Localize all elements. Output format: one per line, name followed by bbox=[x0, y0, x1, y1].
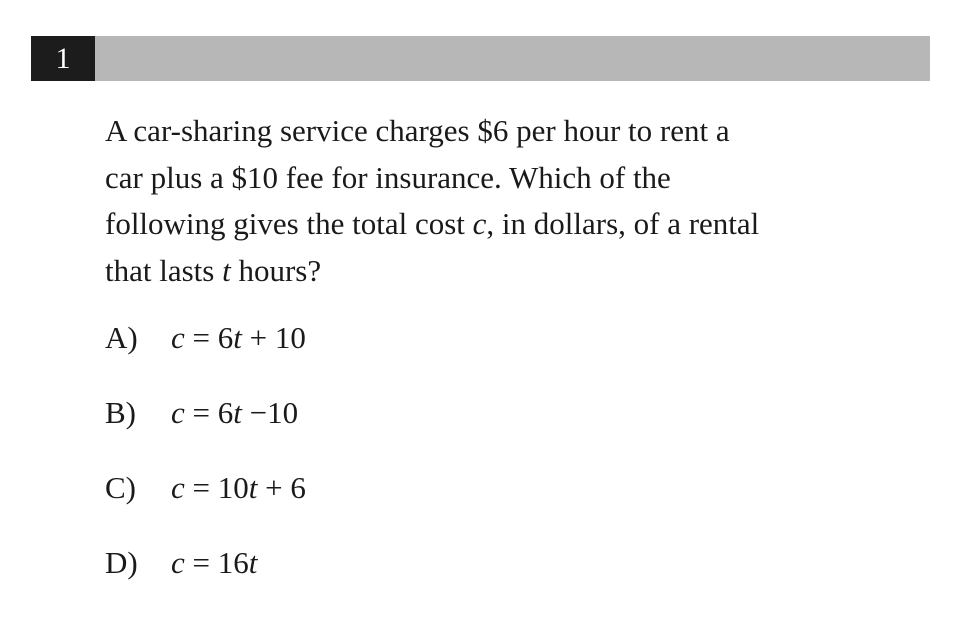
variable-c: c bbox=[171, 320, 185, 355]
text-segment: , in dollars, of a rental bbox=[486, 206, 760, 241]
answer-choice[interactable]: C) c = 10t + 6 bbox=[105, 466, 306, 541]
variable-t: t bbox=[222, 252, 231, 288]
variable-t: t bbox=[233, 395, 242, 430]
text-segment: A car-sharing service charges $6 per hou… bbox=[105, 113, 730, 148]
choice-expression: c = 6t −10 bbox=[171, 391, 298, 435]
text-segment: = 6 bbox=[184, 320, 234, 355]
answer-choices: A) c = 6t + 10 B) c = 6t −10 C) c = 10t + 6 D)… bbox=[105, 316, 306, 616]
choice-expression: c = 16t bbox=[171, 541, 257, 585]
question-number: 1 bbox=[31, 36, 95, 81]
text-segment: = 16 bbox=[184, 545, 249, 580]
variable-c: c bbox=[472, 206, 487, 241]
text-segment: = 6 bbox=[184, 395, 234, 430]
text-segment: hours? bbox=[230, 252, 322, 288]
choice-letter: C) bbox=[105, 470, 136, 505]
text-segment: following gives the total cost bbox=[105, 206, 473, 241]
choice-letter: D) bbox=[105, 545, 138, 580]
question-line: that lasts t hours? bbox=[105, 248, 905, 295]
variable-c: c bbox=[171, 545, 185, 580]
answer-choice[interactable]: D) c = 16t bbox=[105, 541, 306, 616]
text-segment: that lasts bbox=[105, 252, 223, 288]
variable-t: t bbox=[233, 320, 242, 355]
text-segment: + 10 bbox=[241, 320, 306, 355]
text-segment: car plus a $10 fee for insurance. Which … bbox=[105, 159, 671, 195]
choice-letter: B) bbox=[105, 395, 136, 430]
variable-t: t bbox=[248, 545, 258, 580]
answer-choice[interactable]: A) c = 6t + 10 bbox=[105, 316, 306, 391]
question-line: car plus a $10 fee for insurance. Which … bbox=[105, 155, 905, 202]
choice-expression: c = 6t + 10 bbox=[171, 316, 306, 360]
question-header-bar: 1 bbox=[31, 36, 930, 81]
choice-expression: c = 10t + 6 bbox=[171, 466, 306, 510]
text-segment: = 10 bbox=[184, 470, 249, 505]
text-segment: + 6 bbox=[257, 470, 306, 505]
answer-choice[interactable]: B) c = 6t −10 bbox=[105, 391, 306, 466]
choice-letter: A) bbox=[105, 320, 138, 355]
text-segment: −10 bbox=[241, 395, 299, 430]
question-line: A car-sharing service charges $6 per hou… bbox=[105, 108, 905, 155]
question-text: A car-sharing service charges $6 per hou… bbox=[105, 108, 905, 294]
variable-c: c bbox=[171, 395, 185, 430]
variable-c: c bbox=[171, 470, 185, 505]
question-line: following gives the total cost c, in dol… bbox=[105, 201, 905, 248]
